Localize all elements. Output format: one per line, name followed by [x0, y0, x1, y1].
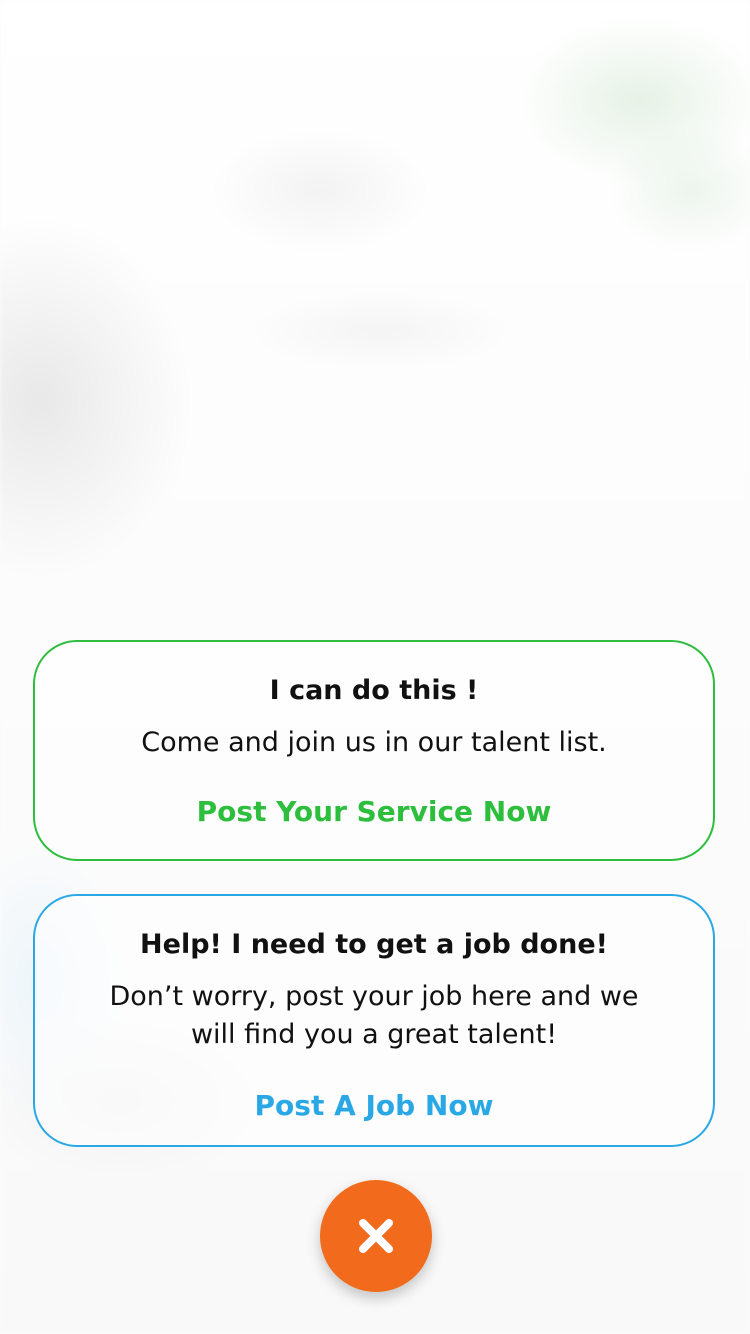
talent-card-description: Come and join us in our talent list.	[141, 727, 607, 758]
talent-option-card[interactable]: I can do this ! Come and join us in our …	[33, 640, 715, 861]
talent-card-title: I can do this !	[269, 675, 479, 706]
close-button[interactable]	[320, 1180, 432, 1292]
post-job-button[interactable]: Post A Job Now	[255, 1088, 494, 1124]
job-card-title: Help! I need to get a job done!	[140, 929, 608, 960]
job-card-description: Don’t worry, post your job here and we w…	[109, 981, 639, 1050]
post-service-button[interactable]: Post Your Service Now	[197, 794, 552, 830]
job-option-card[interactable]: Help! I need to get a job done! Don’t wo…	[33, 894, 715, 1147]
close-icon	[356, 1216, 396, 1256]
